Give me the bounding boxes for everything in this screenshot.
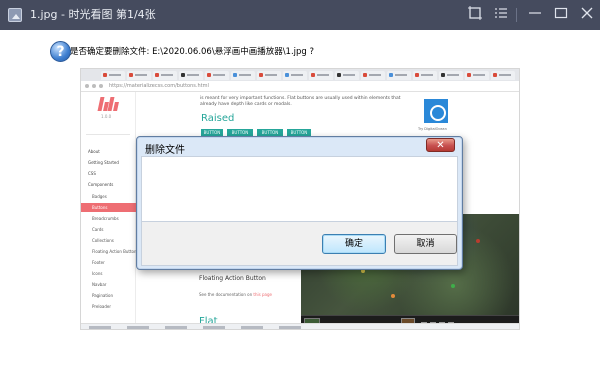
sidebar-item: CSS [88,171,96,176]
browser-tab [101,71,125,80]
sidebar-item: Components [88,182,114,187]
browser-tab [179,71,203,80]
browser-tab-strip [81,69,519,81]
browser-tab [491,71,515,80]
app-icon [8,8,22,22]
browser-tab [439,71,463,80]
sidebar-item: Breadcrumbs [92,216,119,221]
window-title: 1.jpg - 时光看图 第1/4张 [30,8,156,21]
game-unit [451,284,455,288]
browser-tab [335,71,359,80]
sidebar-item: Collections [92,238,114,243]
sidebar-item: Cards [92,227,104,232]
sidebar-item: Floating Action Button [92,249,137,254]
question-icon: ? [50,41,71,62]
browser-tab [283,71,307,80]
sidebar-search [86,129,130,135]
sidebar-item-active: Buttons [81,203,136,212]
cancel-button[interactable]: 取消 [394,234,457,254]
sidebar-item: Icons [92,271,103,276]
sidebar-item: Badges [92,194,107,199]
fab-doc-text: See the documentation on this page [199,292,272,297]
browser-url: https://materializecss.com/buttons.html [109,83,209,89]
crop-icon[interactable] [466,6,484,24]
intro-text: is meant for very important functions. F… [200,96,401,107]
page-sidebar: 1.0.0 About Getting Started CSS Componen… [81,92,137,329]
download-bar [81,323,519,329]
ok-button[interactable]: 确定 [322,234,386,254]
sidebar-item: Footer [92,260,105,265]
title-separator [516,8,517,22]
browser-tab [127,71,151,80]
logo-caption: 1.0.0 [101,114,112,119]
browser-tab [153,71,177,80]
sidebar-item: Getting Started [88,160,119,165]
browser-tab [465,71,489,80]
fab-doc-prefix: See the documentation on [199,292,253,297]
demo-button: BUTTON [287,129,311,136]
dialog-body [141,156,458,222]
sidebar-item: Pagination [92,293,113,298]
sidebar-item: Navbar [92,282,107,287]
browser-tab [309,71,333,80]
title-bar: 1.jpg - 时光看图 第1/4张 [0,0,600,30]
browser-tab [413,71,437,80]
ad-label: Try DigitalOcean [418,127,447,131]
sidebar-item: Preloader [92,304,112,309]
demo-button: BUTTON [201,129,223,136]
minimize-icon[interactable] [526,6,544,24]
list-icon[interactable] [492,6,510,24]
fab-doc-link: this page [253,292,272,297]
viewer-bottom-area [0,353,600,373]
demo-button: BUTTON [257,129,283,136]
maximize-icon[interactable] [552,6,570,24]
digitalocean-logo [424,99,448,123]
dialog-title: 删除文件 [145,145,185,156]
raised-heading: Raised [201,113,235,124]
demo-button: BUTTON [227,129,253,136]
browser-tab [231,71,255,80]
materialize-logo [97,97,119,111]
browser-tab [387,71,411,80]
fab-heading: Floating Action Button [199,275,266,282]
sidebar-item: About [88,149,100,154]
browser-tab [257,71,281,80]
game-unit [391,294,395,298]
dialog-message: 是否确定要删除文件: E:\2020.06.06\悬浮画中画播放器\1.jpg … [70,47,315,57]
game-unit [476,239,480,243]
close-icon[interactable] [578,6,596,24]
browser-tab [361,71,385,80]
browser-tab [205,71,229,80]
dialog-close-button[interactable]: ✕ [426,138,455,152]
browser-address-bar: https://materializecss.com/buttons.html [81,81,519,92]
